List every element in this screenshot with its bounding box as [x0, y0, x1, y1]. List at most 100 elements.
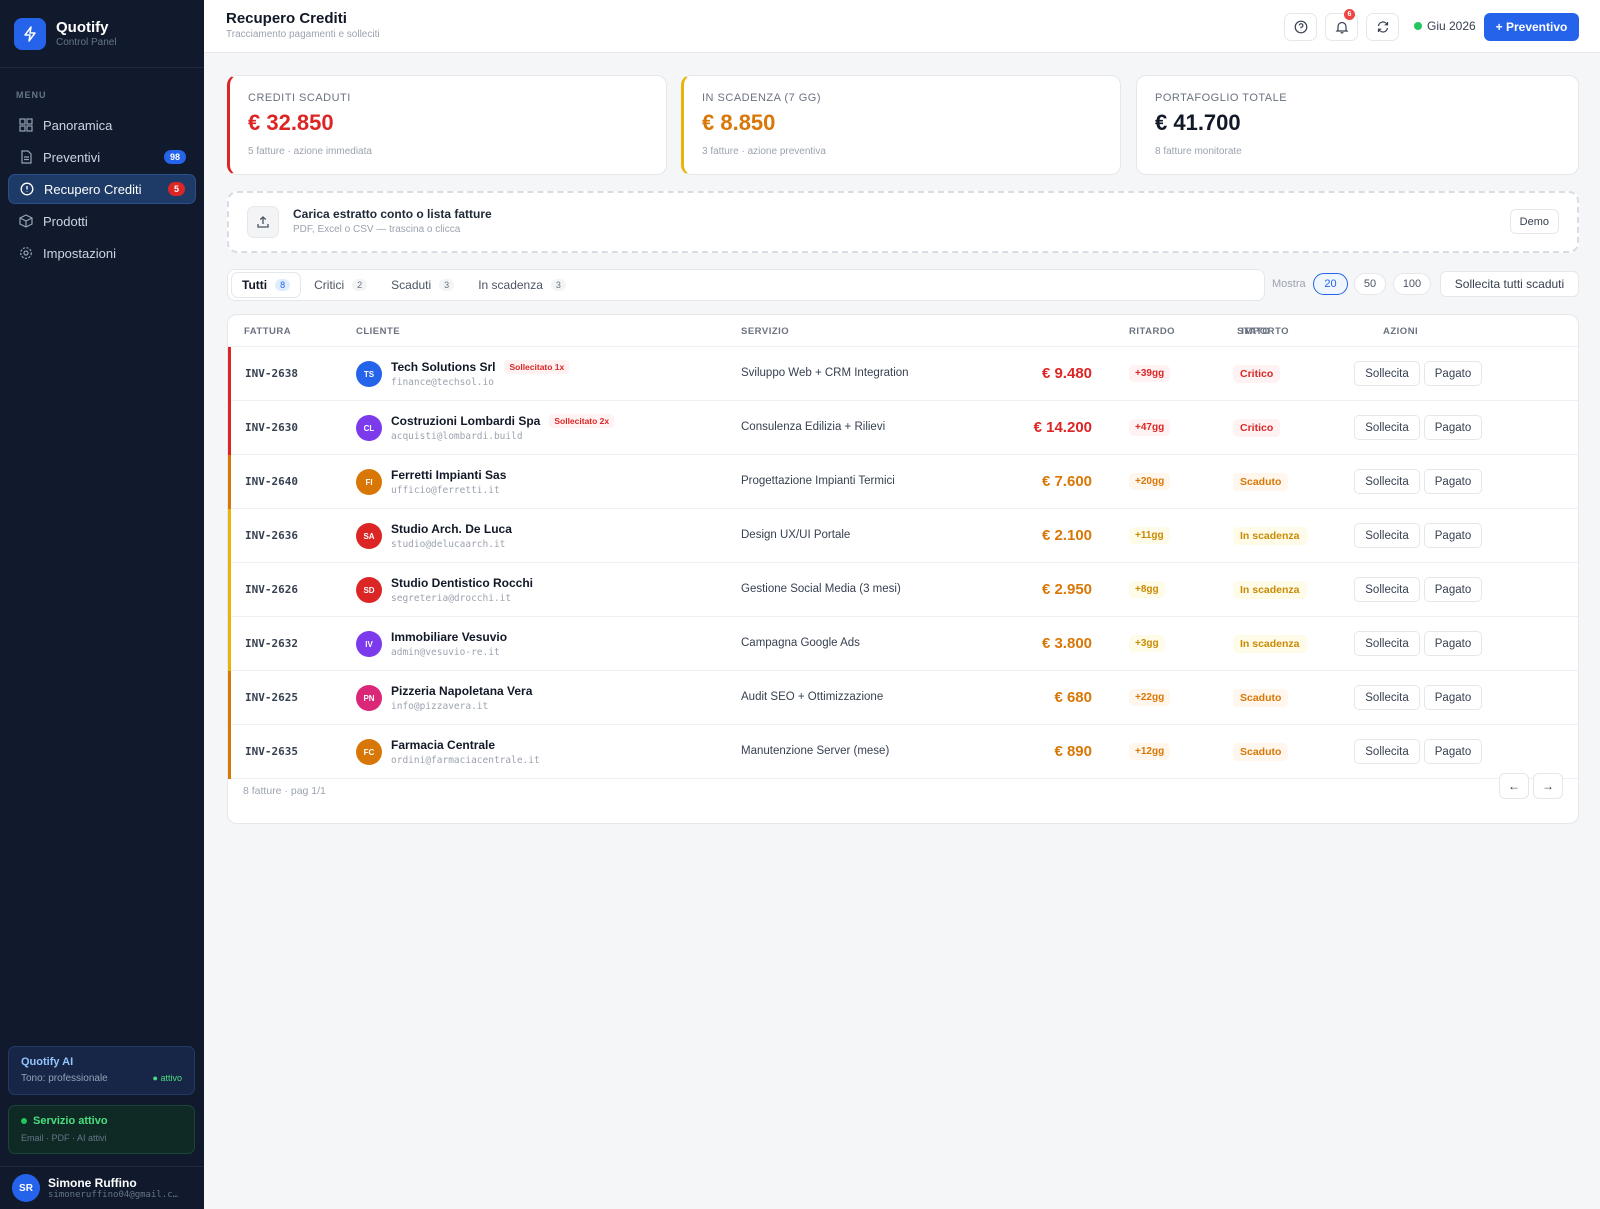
table-row[interactable]: INV-2626 SD Studio Dentistico Rocchi segret…: [228, 563, 1578, 617]
table-row[interactable]: INV-2638 TS Tech Solutions Srl Sollecitato …: [228, 347, 1578, 401]
menu-label: MENU: [16, 90, 47, 100]
kpi-sub: 5 fatture · azione immediata: [248, 146, 372, 157]
next-page-button[interactable]: →: [1533, 773, 1563, 799]
invoice-amount: € 2.100: [1041, 527, 1092, 544]
tab-scaduti[interactable]: Scaduti 3: [381, 273, 464, 297]
mark-paid-button[interactable]: Pagato: [1424, 739, 1482, 764]
remind-button[interactable]: Sollecita: [1354, 685, 1420, 710]
table-row[interactable]: INV-2630 CL Costruzioni Lombardi Spa Sollec…: [228, 401, 1578, 455]
box-icon: [18, 213, 34, 229]
delay-badge: +11gg: [1129, 527, 1170, 544]
client-email: finance@techsol.io: [391, 377, 494, 388]
table-row[interactable]: INV-2636 SA Studio Arch. De Luca studio@del…: [228, 509, 1578, 563]
status-badge: Scaduto: [1233, 743, 1289, 761]
sidebar-item-preventivi[interactable]: Preventivi 98: [8, 142, 196, 172]
sidebar-item-label: Panoramica: [43, 117, 113, 133]
sidebar-item-recupero-crediti[interactable]: Recupero Crediti 5: [8, 174, 196, 204]
ai-assistant-panel[interactable]: Quotify AI Tono: professionale ● attivo: [8, 1046, 195, 1095]
app-name: Quotify: [56, 19, 109, 36]
table-row[interactable]: INV-2640 FI Ferretti Impianti Sas ufficio@f…: [228, 455, 1578, 509]
service-sub: Email · PDF · AI attivi: [21, 1133, 107, 1143]
status-badge: In scadenza: [1233, 635, 1307, 653]
sidebar-item-label: Preventivi: [43, 149, 101, 165]
row-status-bar: [228, 725, 231, 779]
help-button[interactable]: [1284, 13, 1317, 41]
user-profile[interactable]: SR Simone Ruffino simoneruffino04@gmail.…: [0, 1166, 204, 1209]
page-size-50[interactable]: 50: [1354, 273, 1386, 295]
upload-dropzone[interactable]: Carica estratto conto o lista fatture PD…: [227, 191, 1579, 253]
client-name: Tech Solutions Srl: [391, 360, 496, 374]
client-avatar: TS: [356, 361, 382, 387]
mark-paid-button[interactable]: Pagato: [1424, 523, 1482, 548]
remind-button[interactable]: Sollecita: [1354, 577, 1420, 602]
sidebar-item-prodotti[interactable]: Prodotti: [8, 206, 196, 236]
client-name: Studio Dentistico Rocchi: [391, 576, 534, 590]
mark-paid-button[interactable]: Pagato: [1424, 685, 1482, 710]
refresh-button[interactable]: [1366, 13, 1399, 41]
notifications-button[interactable]: 6: [1325, 9, 1358, 41]
mark-paid-button[interactable]: Pagato: [1424, 361, 1482, 386]
table-row[interactable]: INV-2625 PN Pizzeria Napoletana Vera info@p…: [228, 671, 1578, 725]
column-header: AZIONI: [1383, 326, 1419, 337]
remind-button[interactable]: Sollecita: [1354, 739, 1420, 764]
status-badge: Critico: [1233, 365, 1281, 383]
user-name: Simone Ruffino: [48, 1176, 137, 1190]
app-subtitle: Control Panel: [56, 37, 117, 48]
period-indicator[interactable]: Giu 2026: [1414, 19, 1476, 33]
remind-all-overdue-button[interactable]: Sollecita tutti scaduti: [1440, 271, 1579, 297]
column-header: FATTURA: [244, 326, 292, 337]
row-status-bar: [228, 563, 231, 617]
tab-count: 3: [550, 279, 566, 291]
remind-button[interactable]: Sollecita: [1354, 415, 1420, 440]
tab-tutti[interactable]: Tutti 8: [232, 273, 301, 297]
table-row[interactable]: INV-2635 FC Farmacia Centrale ordini@farmac…: [228, 725, 1578, 779]
row-status-bar: [228, 347, 231, 401]
tab-critici[interactable]: Critici 2: [304, 273, 377, 297]
column-header: STATO: [1237, 326, 1271, 337]
delay-badge: +8gg: [1129, 581, 1165, 598]
remind-button[interactable]: Sollecita: [1354, 469, 1420, 494]
table-header: FATTURA CLIENTE SERVIZIO IMPORTO RITARDO…: [228, 315, 1578, 347]
delay-badge: +3gg: [1129, 635, 1165, 652]
client-name: Costruzioni Lombardi Spa: [391, 414, 541, 428]
tab-in-scadenza[interactable]: In scadenza 3: [468, 273, 576, 297]
prev-page-button[interactable]: ←: [1499, 773, 1529, 799]
kpi-card-portfolio: PORTAFOGLIO TOTALE € 41.700 8 fatture mo…: [1136, 75, 1579, 175]
sidebar-item-label: Prodotti: [43, 213, 88, 229]
mark-paid-button[interactable]: Pagato: [1424, 631, 1482, 656]
table-row[interactable]: INV-2632 IV Immobiliare Vesuvio admin@vesuv…: [228, 617, 1578, 671]
page-size-100[interactable]: 100: [1393, 273, 1431, 295]
new-quote-button[interactable]: + Preventivo: [1484, 13, 1579, 41]
upload-icon: [247, 206, 279, 238]
bell-icon: [1335, 21, 1348, 34]
mark-paid-button[interactable]: Pagato: [1424, 577, 1482, 602]
invoice-amount: € 3.800: [1041, 635, 1092, 652]
tab-count: 8: [275, 279, 291, 291]
alert-circle-icon: [19, 181, 35, 197]
column-header: RITARDO: [1129, 326, 1176, 337]
page-subtitle: Tracciamento pagamenti e solleciti: [226, 29, 380, 40]
status-badge: Scaduto: [1233, 689, 1289, 707]
service-status-panel: Servizio attivo Email · PDF · AI attivi: [8, 1105, 195, 1154]
sidebar-item-impostazioni[interactable]: Impostazioni: [8, 238, 196, 268]
remind-button[interactable]: Sollecita: [1354, 631, 1420, 656]
demo-button[interactable]: Demo: [1509, 209, 1559, 234]
mark-paid-button[interactable]: Pagato: [1424, 415, 1482, 440]
status-badge: In scadenza: [1233, 581, 1307, 599]
ai-status: ● attivo: [152, 1073, 182, 1083]
client-email: ufficio@ferretti.it: [391, 485, 500, 496]
kpi-sub: 3 fatture · azione preventiva: [702, 146, 826, 157]
brand[interactable]: Quotify Control Panel: [0, 0, 204, 68]
mark-paid-button[interactable]: Pagato: [1424, 469, 1482, 494]
remind-button[interactable]: Sollecita: [1354, 523, 1420, 548]
lightning-icon: [14, 17, 46, 50]
invoice-number: INV-2636: [245, 529, 298, 542]
sidebar-item-panoramica[interactable]: Panoramica: [8, 110, 196, 140]
invoice-amount: € 680: [1054, 689, 1092, 706]
kpi-label: IN SCADENZA (7 GG): [702, 92, 822, 104]
ai-title: Quotify AI: [21, 1056, 74, 1068]
client-email: acquisti@lombardi.build: [391, 431, 523, 442]
invoice-number: INV-2626: [245, 583, 298, 596]
remind-button[interactable]: Sollecita: [1354, 361, 1420, 386]
page-size-20[interactable]: 20: [1313, 273, 1348, 295]
